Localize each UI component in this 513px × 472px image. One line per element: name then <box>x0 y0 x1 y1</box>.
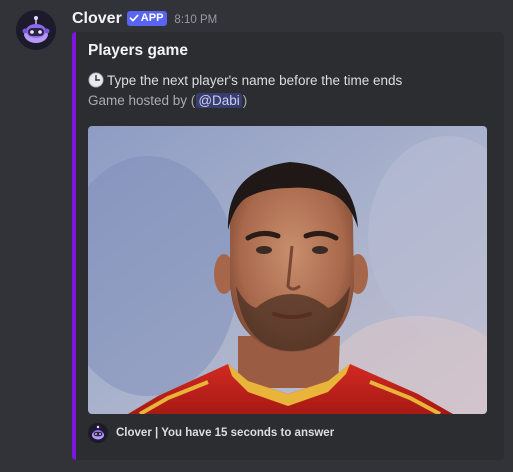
embed-host-line: Game hosted by ( @Dabi ) <box>88 93 247 108</box>
clock-icon <box>88 72 104 88</box>
message-header: Clover APP 8:10 PM <box>72 8 217 30</box>
bot-avatar[interactable] <box>16 10 56 50</box>
app-badge: APP <box>126 10 168 26</box>
embed-title: Players game <box>88 42 188 59</box>
player-portrait <box>88 126 487 414</box>
app-badge-label: APP <box>140 11 164 24</box>
embed-description-text: Type the next player's name before the t… <box>107 72 403 88</box>
verified-check-icon <box>129 14 139 22</box>
clover-bot-icon <box>88 423 108 443</box>
user-mention[interactable]: @Dabi <box>196 93 242 108</box>
footer-avatar <box>88 423 108 443</box>
embed-image[interactable] <box>88 126 487 414</box>
game-embed: Players game Type the next player's name… <box>72 32 504 460</box>
clover-bot-icon <box>16 10 56 50</box>
author-name[interactable]: Clover <box>72 10 122 28</box>
embed-footer: Clover | You have 15 seconds to answer <box>88 423 334 443</box>
message-timestamp: 8:10 PM <box>174 14 218 26</box>
embed-description: Type the next player's name before the t… <box>88 72 402 88</box>
chat-message: Clover APP 8:10 PM Players game Type the… <box>0 0 513 472</box>
host-prefix: Game hosted by ( <box>88 93 196 108</box>
host-suffix: ) <box>242 93 248 108</box>
footer-text: Clover | You have 15 seconds to answer <box>116 427 335 439</box>
